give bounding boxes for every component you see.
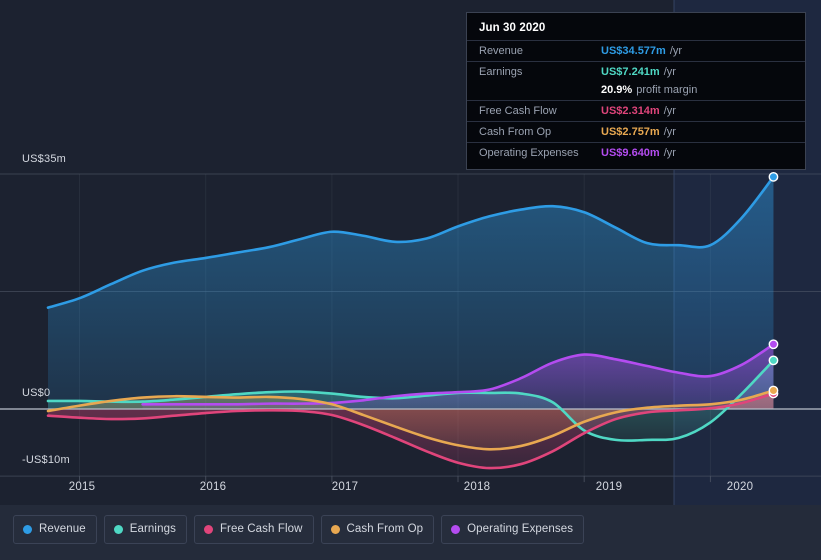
tooltip-value-cash-from-op: US$2.757m [601,126,660,138]
x-axis-label-2015: 2015 [68,481,96,493]
y-axis-label: US$35m [22,153,66,165]
x-axis-label-2017: 2017 [331,481,359,493]
tooltip-value-revenue: US$34.577m [601,45,666,57]
y-axis-label: -US$10m [22,454,70,466]
legend-color-dot-icon [113,524,123,534]
tooltip-value-free-cash-flow: US$2.314m [601,105,660,117]
legend-color-dot-icon [330,524,340,534]
legend-item-cash-from-op[interactable]: Cash From Op [320,514,435,544]
tooltip-value-earnings: US$7.241m [601,66,660,78]
legend-item-label: Revenue [39,523,86,535]
endpoint-revenue [768,171,779,182]
legend-color-dot-icon [23,524,32,534]
tooltip-value-operating-expenses: US$9.640m [601,147,660,159]
endpoint-earnings [768,355,779,366]
legend-item-free-cash-flow[interactable]: Free Cash Flow [193,514,314,544]
tooltip-unit-free-cash-flow: /yr [663,105,676,117]
tooltip-label-operating-expenses: Operating Expenses [479,147,579,159]
financial-chart-screenshot: US$35m US$0 -US$10m 2015 2016 2017 2018 2019 20… [0,0,821,560]
legend-item-earnings[interactable]: Earnings [103,514,187,544]
tooltip-label-cash-from-op: Cash From Op [479,126,552,138]
x-axis-label-2019: 2019 [595,481,623,493]
legend-item-label: Free Cash Flow [219,523,303,535]
endpoint-cash-from-op [768,385,779,396]
x-axis-label-2018: 2018 [463,481,491,493]
y-axis-label: US$0 [22,387,51,399]
tooltip-row-profit-margin: 20.9% profit margin [467,82,805,100]
tooltip-label-earnings: Earnings [479,66,523,78]
tooltip-row-earnings: Earnings US$7.241m /yr [467,61,805,82]
x-axis-label-2020: 2020 [726,481,754,493]
legend-item-label: Cash From Op [346,523,424,535]
chart-legend: Revenue Earnings Free Cash Flow Cash From O… [0,512,821,546]
legend-color-dot-icon [203,524,213,534]
tooltip-date: Jun 30 2020 [479,22,546,34]
tooltip-unit-earnings: /yr [663,66,676,78]
tooltip-row-cash-from-op: Cash From Op US$2.757m /yr [467,121,805,142]
tooltip-label-free-cash-flow: Free Cash Flow [479,105,557,117]
tooltip-row-free-cash-flow: Free Cash Flow US$2.314m /yr [467,100,805,121]
endpoint-operating-expenses [768,339,779,350]
tooltip-row-operating-expenses: Operating Expenses US$9.640m /yr [467,142,805,163]
legend-item-operating-expenses[interactable]: Operating Expenses [441,514,585,544]
legend-item-label: Operating Expenses [467,523,574,535]
x-axis-label-2016: 2016 [199,481,227,493]
legend-item-label: Earnings [129,523,176,535]
tooltip-unit-profit-margin: profit margin [636,84,698,96]
tooltip-unit-cash-from-op: /yr [663,126,676,138]
legend-item-revenue[interactable]: Revenue [13,514,97,544]
tooltip-row-revenue: Revenue US$34.577m /yr [467,40,805,61]
tooltip-unit-revenue: /yr [669,45,683,57]
tooltip-value-profit-margin: 20.9% [601,84,633,96]
tooltip-unit-operating-expenses: /yr [663,147,676,159]
data-tooltip: Jun 30 2020 Revenue US$34.577m /yr Earni… [466,12,806,170]
legend-color-dot-icon [451,524,461,534]
tooltip-label-revenue: Revenue [479,45,524,57]
